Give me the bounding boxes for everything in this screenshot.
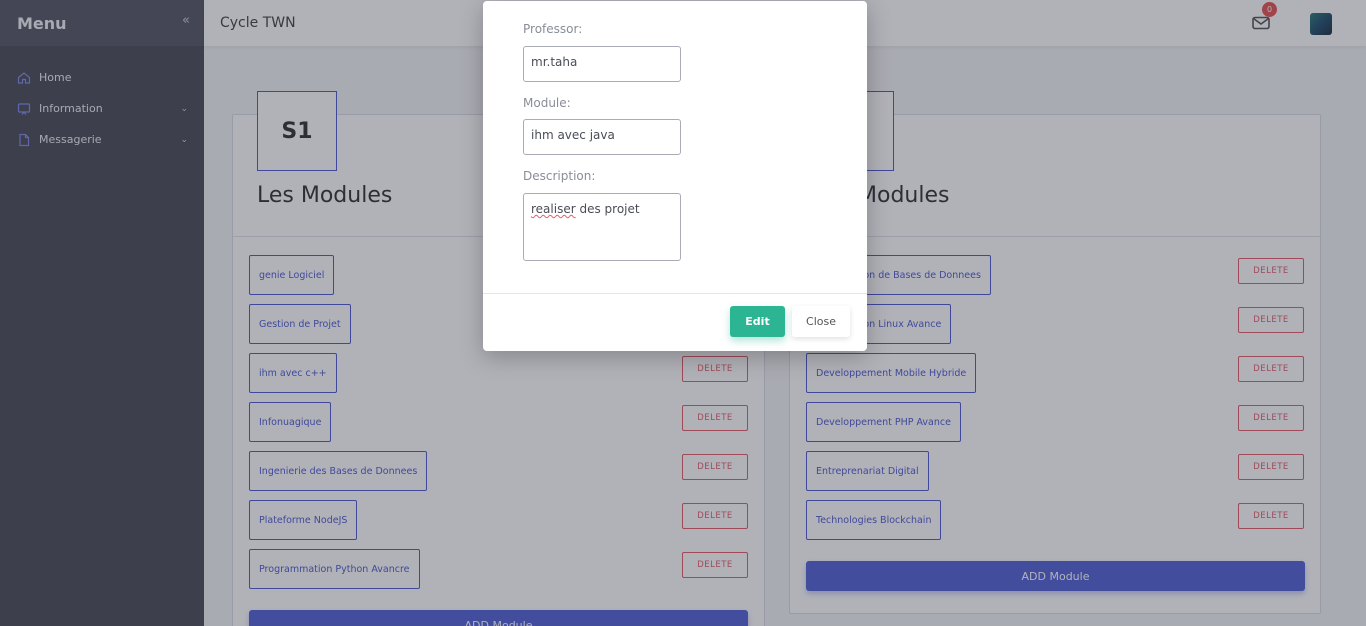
misspelled-word: realiser (531, 202, 576, 216)
description-label: Description: (523, 169, 596, 183)
description-textarea[interactable]: realiser des projet (523, 193, 681, 261)
professor-label: Professor: (523, 22, 583, 36)
modal-divider (483, 293, 867, 294)
edit-module-modal: Professor: mr.taha Module: ihm avec java… (483, 1, 867, 351)
close-button[interactable]: Close (792, 306, 850, 337)
edit-button[interactable]: Edit (730, 306, 785, 337)
module-input[interactable]: ihm avec java (523, 119, 681, 155)
description-text: des projet (575, 202, 640, 216)
professor-input[interactable]: mr.taha (523, 46, 681, 82)
module-label: Module: (523, 96, 571, 110)
